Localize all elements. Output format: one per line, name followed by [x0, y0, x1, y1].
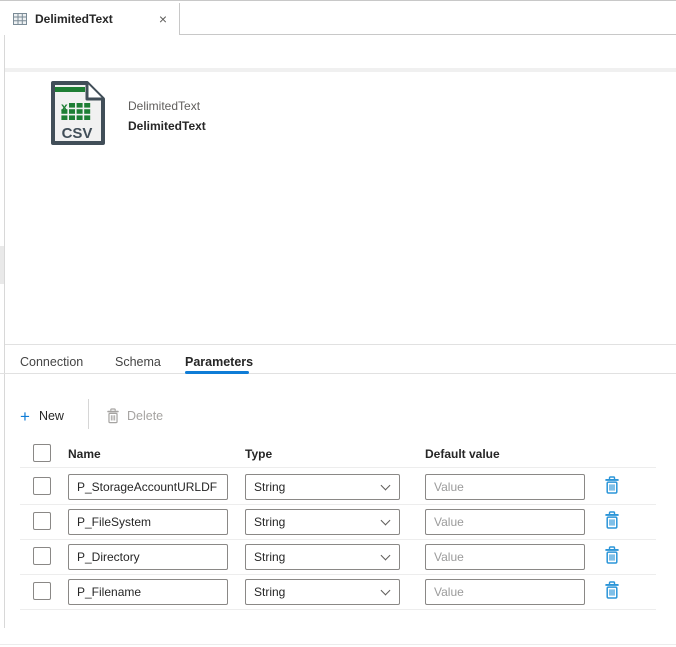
column-header-type: Type	[245, 447, 273, 461]
row-separator	[20, 609, 656, 610]
dataset-type-caption: DelimitedText	[128, 99, 201, 113]
column-header-name: Name	[68, 447, 101, 461]
header-separator-line	[20, 467, 656, 468]
close-tab-icon[interactable]: ×	[157, 12, 169, 26]
dataset-tab[interactable]: DelimitedText ×	[0, 3, 180, 35]
panel-resize-grip[interactable]	[0, 246, 4, 284]
delete-button-label: Delete	[127, 409, 164, 423]
csv-file-icon: x CSV	[42, 78, 112, 148]
tab-schema[interactable]: Schema	[115, 351, 161, 373]
trash-icon	[605, 545, 619, 564]
delete-parameter-button[interactable]: Delete	[106, 402, 163, 430]
parameter-default-input[interactable]	[425, 509, 585, 535]
dataset-editor: DelimitedText × x CSV DelimitedText Deli…	[0, 0, 676, 647]
parameter-default-input[interactable]	[425, 544, 585, 570]
parameter-name-input[interactable]	[68, 544, 228, 570]
chevron-down-icon	[380, 550, 391, 560]
parameter-type-value: String	[254, 515, 286, 529]
new-button-label: New	[38, 409, 64, 423]
trash-icon	[605, 475, 619, 494]
table-grid-icon	[13, 13, 27, 25]
tabstrip-bottom-border	[180, 34, 676, 35]
delete-row-button[interactable]	[601, 475, 623, 497]
new-parameter-button[interactable]: + New	[20, 402, 64, 430]
panel-bottom-border	[0, 644, 676, 645]
parameter-type-select[interactable]: String	[245, 579, 400, 605]
select-all-checkbox[interactable]	[33, 444, 51, 462]
delete-row-button[interactable]	[601, 580, 623, 602]
row-checkbox[interactable]	[33, 547, 51, 565]
parameters-table-header: Name Type Default value	[0, 444, 676, 466]
chevron-down-icon	[380, 480, 391, 490]
plus-icon: +	[20, 406, 30, 426]
parameter-type-value: String	[254, 480, 286, 494]
parameter-name-input[interactable]	[68, 579, 228, 605]
tab-connection[interactable]: Connection	[20, 351, 83, 373]
toolbar-divider	[88, 399, 89, 429]
parameter-row: String	[0, 505, 676, 540]
parameter-type-select[interactable]: String	[245, 509, 400, 535]
row-checkbox[interactable]	[33, 477, 51, 495]
delete-row-button[interactable]	[601, 545, 623, 567]
parameter-row: String	[0, 470, 676, 505]
active-tab-underline	[185, 371, 249, 374]
parameter-type-select[interactable]: String	[245, 544, 400, 570]
row-checkbox[interactable]	[33, 512, 51, 530]
chevron-down-icon	[380, 585, 391, 595]
header-separator	[5, 68, 676, 72]
parameter-default-input[interactable]	[425, 474, 585, 500]
tab-parameters[interactable]: Parameters	[185, 351, 253, 373]
properties-panel-top-border	[5, 344, 676, 345]
parameter-type-select[interactable]: String	[245, 474, 400, 500]
row-checkbox[interactable]	[33, 582, 51, 600]
parameter-name-input[interactable]	[68, 474, 228, 500]
tabs-bottom-border	[0, 373, 676, 374]
trash-icon	[605, 510, 619, 529]
parameters-table-body: String String	[0, 470, 676, 610]
parameter-type-value: String	[254, 585, 286, 599]
parameter-row: String	[0, 540, 676, 575]
dataset-tab-label: DelimitedText	[35, 12, 113, 26]
chevron-down-icon	[380, 515, 391, 525]
csv-label: CSV	[62, 125, 93, 142]
trash-icon	[107, 408, 119, 424]
parameter-name-input[interactable]	[68, 509, 228, 535]
parameter-type-value: String	[254, 550, 286, 564]
column-header-default-value: Default value	[425, 447, 500, 461]
tabstrip-top-border	[0, 0, 676, 1]
dataset-name: DelimitedText	[128, 119, 206, 133]
delete-row-button[interactable]	[601, 510, 623, 532]
trash-icon	[605, 580, 619, 599]
parameter-row: String	[0, 575, 676, 610]
parameter-default-input[interactable]	[425, 579, 585, 605]
